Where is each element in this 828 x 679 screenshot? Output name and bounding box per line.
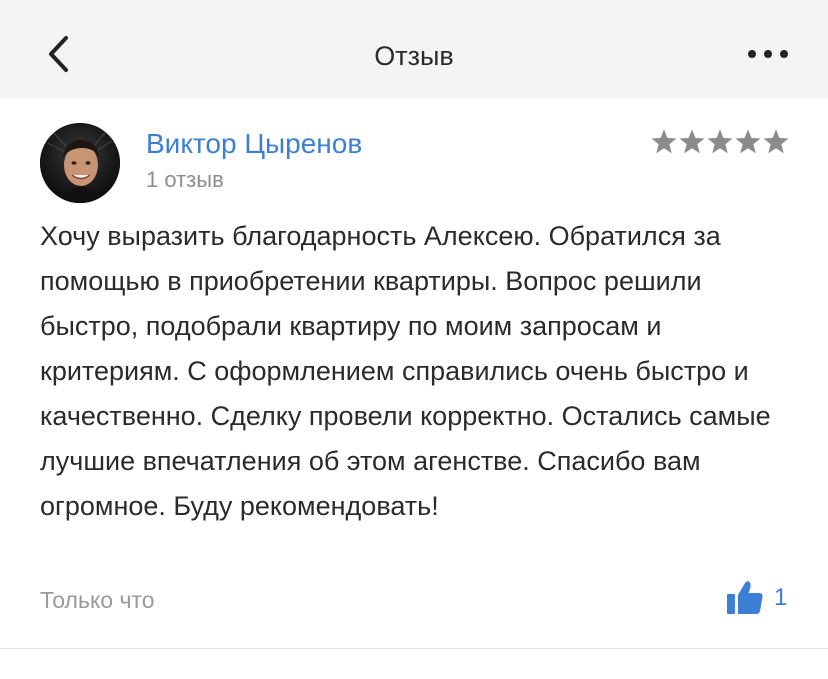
star-icon: [651, 129, 677, 154]
avatar[interactable]: [40, 123, 120, 203]
more-horizontal-icon: [748, 50, 788, 58]
review-text: Хочу выразить благодарность Алексею. Обр…: [40, 221, 771, 521]
divider: [0, 648, 828, 649]
navigation-bar: Отзыв: [0, 0, 828, 99]
review-timestamp: Только что: [40, 587, 155, 613]
page-title: Отзыв: [374, 41, 454, 71]
more-button[interactable]: [736, 32, 800, 76]
review-screen: Отзыв Виктор Цыренов 1 отзыв Хочу вырази…: [0, 0, 828, 679]
star-icon: [735, 129, 761, 154]
author-review-count: 1 отзыв: [146, 167, 224, 192]
star-icon: [679, 129, 705, 154]
like-button[interactable]: 1: [726, 578, 787, 618]
user-photo-icon: [40, 123, 120, 203]
star-icon: [707, 129, 733, 154]
author-name[interactable]: Виктор Цыренов: [146, 127, 362, 161]
star-icon: [763, 129, 789, 154]
rating-stars: [650, 128, 790, 156]
thumbs-up-icon: [727, 581, 763, 614]
like-count: 1: [774, 584, 788, 611]
